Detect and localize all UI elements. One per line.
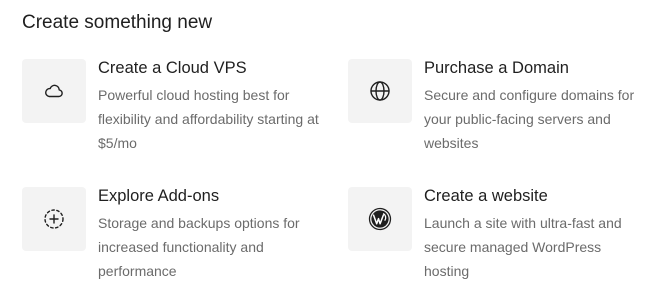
card-title: Explore Add-ons	[98, 187, 220, 205]
globe-icon	[370, 81, 390, 101]
section-title: Create something new	[22, 12, 213, 33]
create-cloud-vps-card[interactable]: Create a Cloud VPS Powerful cloud hostin…	[22, 59, 322, 159]
wordpress-icon	[368, 207, 392, 231]
card-description: Launch a site with ultra-fast and secure…	[424, 215, 622, 279]
card-description: Secure and configure domains for your pu…	[424, 87, 635, 151]
create-website-card[interactable]: Create a website Launch a site with ultr…	[348, 187, 648, 287]
card-description: Powerful cloud hosting best for flexibil…	[98, 87, 319, 151]
purchase-domain-card[interactable]: Purchase a Domain Secure and configure d…	[348, 59, 648, 159]
cloud-icon-tile	[22, 59, 86, 123]
add-circle-icon	[44, 209, 64, 229]
card-title: Create a website	[424, 187, 548, 205]
cloud-icon	[45, 84, 63, 98]
explore-addons-card[interactable]: Explore Add-ons Storage and backups opti…	[22, 187, 322, 287]
globe-icon-tile	[348, 59, 412, 123]
card-title: Purchase a Domain	[424, 59, 569, 77]
card-title: Create a Cloud VPS	[98, 59, 247, 77]
wordpress-icon-tile	[348, 187, 412, 251]
card-description: Storage and backups options for increase…	[98, 215, 300, 279]
add-circle-icon-tile	[22, 187, 86, 251]
